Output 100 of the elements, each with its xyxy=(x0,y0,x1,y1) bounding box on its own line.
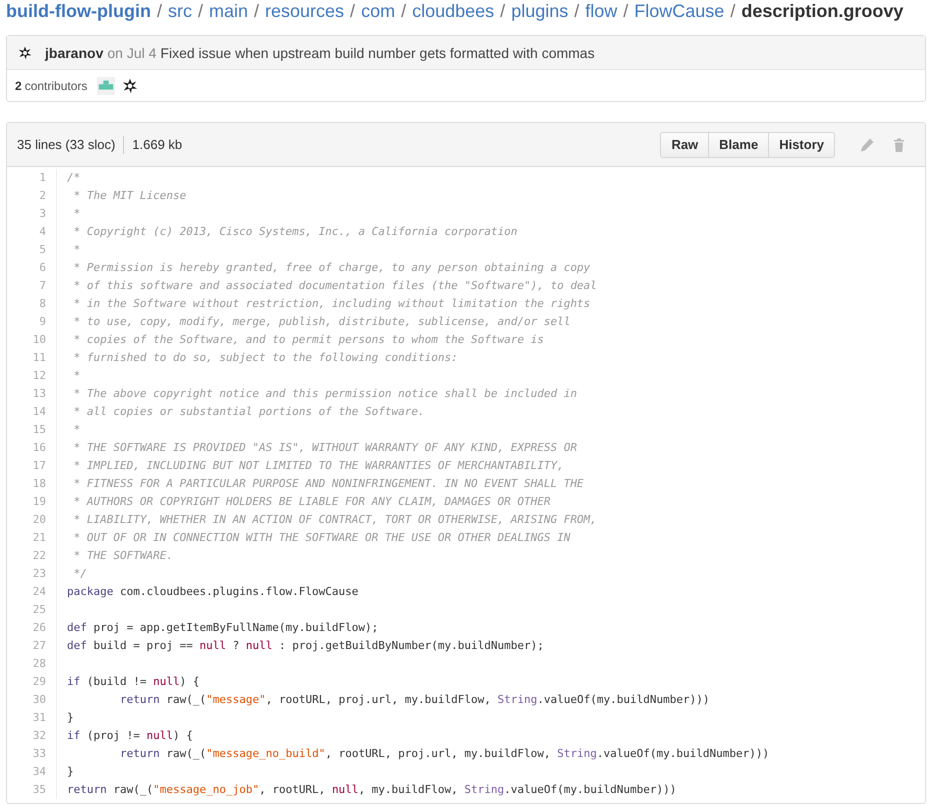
line-number: 2 xyxy=(7,187,57,205)
code-line: * to use, copy, modify, merge, publish, distribute, sublicense, and/or sell xyxy=(72,314,570,330)
line-number: 10 xyxy=(7,331,57,349)
line-number: 15 xyxy=(7,421,57,439)
line-number: 6 xyxy=(7,259,57,277)
code-line: /* xyxy=(66,170,80,186)
line-number: 16 xyxy=(7,439,57,457)
line-number: 34 xyxy=(7,763,57,781)
code-line: * OUT OF OR IN CONNECTION WITH THE SOFTWARE OR THE USE OR OTHER DEALINGS IN xyxy=(72,530,570,546)
code-line: * all copies or substantial portions of the Software. xyxy=(72,404,425,420)
line-number: 1 xyxy=(7,169,57,187)
path-separator: / xyxy=(500,1,506,21)
line-number: 8 xyxy=(7,295,57,313)
line-number: 23 xyxy=(7,565,57,583)
code-line: * The MIT License xyxy=(72,188,186,204)
line-number: 7 xyxy=(7,277,57,295)
line-number: 25 xyxy=(7,601,57,619)
code-line: } xyxy=(66,710,74,726)
code-line: package com.cloudbees.plugins.flow.FlowCause xyxy=(66,584,358,600)
line-number: 22 xyxy=(7,547,57,565)
line-number: 14 xyxy=(7,403,57,421)
code-line: * copies of the Software, and to permit persons to whom the Software is xyxy=(72,332,544,348)
line-number: 28 xyxy=(7,655,57,673)
file-action-button[interactable]: Blame xyxy=(708,132,770,158)
code-line: * THE SOFTWARE. xyxy=(72,548,173,564)
breadcrumb-link[interactable]: cloudbees xyxy=(412,1,494,21)
code-line: if (build != null) { xyxy=(66,674,200,690)
line-number: 9 xyxy=(7,313,57,331)
line-number: 30 xyxy=(7,691,57,709)
code-line: * xyxy=(72,206,80,222)
line-number: 18 xyxy=(7,475,57,493)
contributor-count: 2 xyxy=(15,78,22,92)
author-link[interactable]: jbaranov xyxy=(45,44,104,60)
file-action-button[interactable]: Raw xyxy=(660,132,710,158)
code-line: */ xyxy=(72,566,87,582)
path-separator: / xyxy=(198,1,203,21)
line-number: 17 xyxy=(7,457,57,475)
code-line: * of this software and associated documentation files (the "Software"), to deal xyxy=(72,278,597,294)
code-line: return raw(_("message_no_job", rootURL, null, my.buildFlow, String.valueOf(my.buildNumber))) xyxy=(66,782,676,798)
code-line: * in the Software without restriction, including without limitation the rights xyxy=(72,296,590,312)
trash-icon[interactable] xyxy=(891,136,907,152)
code-line: * xyxy=(72,368,80,384)
avatar-icon[interactable] xyxy=(121,76,140,94)
code-line: return raw(_("message", rootURL, proj.url, my.buildFlow, String.valueOf(my.buildNumber))) xyxy=(119,692,710,708)
breadcrumb-link[interactable]: plugins xyxy=(511,1,568,21)
breadcrumb-link[interactable]: src xyxy=(168,1,192,21)
code-line: def build = proj == null ? null : proj.getBuildByNumber(my.buildNumber); xyxy=(66,638,544,654)
path-separator: / xyxy=(401,1,406,21)
code-line: * AUTHORS OR COPYRIGHT HOLDERS BE LIABLE FOR ANY CLAIM, DAMAGES OR OTHER xyxy=(72,494,550,510)
line-number: 3 xyxy=(7,205,57,223)
avatar-icon xyxy=(17,44,33,60)
breadcrumb-link[interactable]: build-flow-plugin xyxy=(6,1,151,21)
path-separator: / xyxy=(156,1,162,21)
pencil-icon[interactable] xyxy=(859,136,875,152)
line-number: 20 xyxy=(7,511,57,529)
breadcrumb-link[interactable]: main xyxy=(208,1,248,21)
code-line: return raw(_("message_no_build", rootURL, proj.url, my.buildFlow, String.valueOf(my.buildNumber))) xyxy=(119,746,770,762)
commit-message[interactable]: Fixed issue when upstream build number gets formatted with commas xyxy=(160,44,595,60)
line-number: 21 xyxy=(7,529,57,547)
line-number: 5 xyxy=(7,241,57,259)
contributors-label: contributors xyxy=(24,78,88,92)
code-line: * LIABILITY, WHETHER IN AN ACTION OF CONTRACT, TORT OR OTHERWISE, ARISING FROM, xyxy=(72,512,597,528)
code-line: if (proj != null) { xyxy=(66,728,193,744)
breadcrumb-link[interactable]: com xyxy=(361,1,396,21)
line-number: 33 xyxy=(7,745,57,763)
code-line: * FITNESS FOR A PARTICULAR PURPOSE AND NONINFRINGEMENT. IN NO EVENT SHALL THE xyxy=(72,476,584,492)
line-number: 24 xyxy=(7,583,57,601)
breadcrumb-link[interactable]: FlowCause xyxy=(634,1,724,21)
code-line: * furnished to do so, subject to the following conditions: xyxy=(72,350,458,366)
code-line: * Permission is hereby granted, free of charge, to any person obtaining a copy xyxy=(72,260,590,276)
line-number: 19 xyxy=(7,493,57,511)
code-line: * Copyright (c) 2013, Cisco Systems, Inc., a California corporation xyxy=(72,224,518,240)
line-number: 13 xyxy=(7,385,57,403)
line-number: 11 xyxy=(7,349,57,367)
line-number: 27 xyxy=(7,637,57,655)
file-size: 1.669 kb xyxy=(132,137,182,152)
line-number: 32 xyxy=(7,727,57,745)
code-line: } xyxy=(66,764,74,780)
code-line: * xyxy=(72,422,80,438)
path-separator: / xyxy=(730,1,736,21)
line-number: 26 xyxy=(7,619,57,637)
path-separator: / xyxy=(574,1,580,21)
path-separator: / xyxy=(623,1,628,21)
line-number: 12 xyxy=(7,367,57,385)
code-line: * THE SOFTWARE IS PROVIDED "AS IS", WITHOUT WARRANTY OF ANY KIND, EXPRESS OR xyxy=(72,440,577,456)
line-number: 4 xyxy=(7,223,57,241)
path-separator: / xyxy=(254,1,260,21)
line-number: 29 xyxy=(7,673,57,691)
code-line: * xyxy=(72,242,80,258)
line-count: 35 lines (33 sloc) xyxy=(17,137,116,152)
breadcrumb-link[interactable]: flow xyxy=(585,1,618,21)
file-action-button[interactable]: History xyxy=(768,132,835,158)
path-separator: / xyxy=(350,1,356,21)
breadcrumb-link[interactable]: resources xyxy=(265,1,344,21)
file-name[interactable]: description.groovy xyxy=(741,1,904,21)
line-number: 31 xyxy=(7,709,57,727)
code-line: def proj = app.getItemByFullName(my.buildFlow); xyxy=(66,620,378,636)
code-line: * The above copyright notice and this permission notice shall be included in xyxy=(72,386,577,402)
line-number: 35 xyxy=(7,781,57,799)
code-line: * IMPLIED, INCLUDING BUT NOT LIMITED TO THE WARRANTIES OF MERCHANTABILITY, xyxy=(72,458,564,474)
